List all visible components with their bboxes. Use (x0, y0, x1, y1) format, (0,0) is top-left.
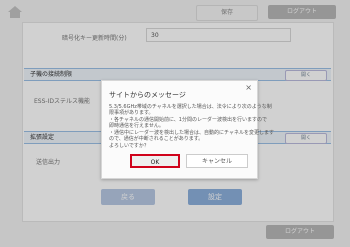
ok-button[interactable]: OK (130, 154, 180, 168)
confirm-dialog: × サイトからのメッセージ 5.3/5.6GHz帯域のチャネルを選択した場合は、… (101, 80, 274, 179)
dialog-message-line: ので、通信が中断されることがあります。 (109, 136, 204, 142)
cancel-button[interactable]: キャンセル (186, 154, 248, 168)
close-icon[interactable]: × (245, 83, 252, 92)
dialog-message-line: 即時通信を行えません。 (109, 123, 164, 129)
dialog-message-line: よろしいですか？ (109, 143, 149, 149)
dialog-title: サイトからのメッセージ (109, 91, 186, 99)
dialog-message-line: 限事項があります。 (109, 110, 154, 116)
